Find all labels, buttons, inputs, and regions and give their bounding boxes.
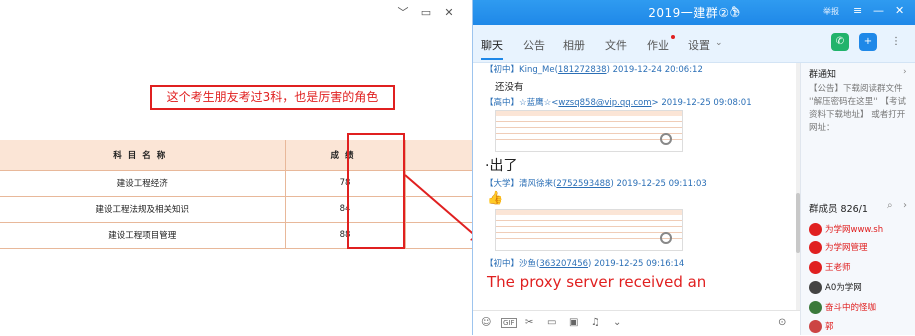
chevron-right-icon[interactable]: › xyxy=(903,200,907,211)
message-text: 还没有 xyxy=(495,82,524,93)
member-item[interactable]: 为学网管理 xyxy=(809,241,868,257)
tab-homework[interactable]: 作业 xyxy=(647,37,669,53)
zoom-icon[interactable] xyxy=(660,232,672,244)
message-text: ·出了 xyxy=(485,158,518,174)
chat-title: 2019一建群②① xyxy=(648,6,741,20)
scissors-icon[interactable]: ✂ xyxy=(525,317,533,328)
member-item[interactable]: 为学网www.sh xyxy=(809,223,883,239)
restore-icon[interactable]: ▭ xyxy=(418,5,434,21)
message-time: 2019-12-25 09:16:14 xyxy=(594,259,685,269)
column-header-empty xyxy=(404,140,472,171)
member-item[interactable]: A0为学网 xyxy=(809,281,862,297)
avatar xyxy=(809,261,822,274)
sender-id[interactable]: wzsq858@vip.qq.com xyxy=(558,98,651,108)
unread-dot xyxy=(671,35,675,39)
tab-album[interactable]: 相册 xyxy=(563,37,585,53)
message-header: 【初中】King_Me(181272838) 2019-12-24 20:06:… xyxy=(485,65,703,75)
member-name: 郭 xyxy=(825,322,834,332)
avatar xyxy=(809,281,822,294)
message-header: 【高中】☆蓝鹰☆<wzsq858@vip.qq.com> 2019-12-25 … xyxy=(485,98,752,108)
search-icon[interactable]: ⌕ xyxy=(887,200,893,211)
subject-cell: 建设工程经济 xyxy=(0,170,285,197)
member-item[interactable]: 王老师 xyxy=(809,261,851,277)
menu-icon[interactable]: ≡ xyxy=(853,4,862,17)
notice-text[interactable]: 【公告】下载阅读群文件 ''解压密码在这里'' 【考试资料下载地址】 或者打开网… xyxy=(809,83,909,135)
minimize-icon[interactable]: — xyxy=(873,4,884,17)
avatar xyxy=(809,241,822,254)
sender-id[interactable]: 2752593488 xyxy=(556,179,610,189)
chevron-down-icon[interactable]: ﹀ xyxy=(395,5,411,21)
notice-title: 群通知 xyxy=(809,70,837,80)
emoji-icon[interactable]: ☺ xyxy=(481,317,491,328)
edit-icon[interactable]: ✎ xyxy=(731,4,740,17)
avatar xyxy=(809,301,822,314)
sender-id[interactable]: 181272838 xyxy=(558,65,607,75)
folder-icon[interactable]: ▭ xyxy=(547,317,556,328)
avatar xyxy=(809,320,822,333)
sender-name[interactable]: ☆蓝鹰☆ xyxy=(519,98,551,108)
message-time: 2019-12-25 09:11:03 xyxy=(616,179,707,189)
report-link[interactable]: 举报 xyxy=(823,6,839,17)
score-highlight-box xyxy=(347,133,405,249)
more-icon[interactable]: ⋮ xyxy=(887,33,905,51)
member-name: 为学网www.sh xyxy=(825,225,884,235)
input-toolbar: ☺ GIF ✂ ▭ ▣ ♫ ⌄ ⊙ xyxy=(473,310,800,335)
group-side-panel: 群通知 › 【公告】下载阅读群文件 ''解压密码在这里'' 【考试资料下载地址】… xyxy=(800,63,915,335)
member-level-tag: 【初中】 xyxy=(485,259,520,269)
bell-icon[interactable]: ♫ xyxy=(591,317,600,328)
score-window-titlebar: ﹀ ▭ ✕ xyxy=(0,0,472,27)
avatar xyxy=(809,223,822,236)
member-name: 王老师 xyxy=(825,263,851,273)
message-header: 【大学】清风徐来(2752593488) 2019-12-25 09:11:03 xyxy=(485,179,707,189)
member-name: A0为学网 xyxy=(825,283,862,293)
member-level-tag: 【高中】 xyxy=(485,98,520,108)
gif-icon[interactable]: GIF xyxy=(501,318,517,328)
sender-name[interactable]: 清风徐来 xyxy=(519,179,553,189)
column-header-subject: 科目名称 xyxy=(0,140,285,171)
add-message-icon[interactable]: + xyxy=(859,33,877,51)
zoom-icon[interactable] xyxy=(660,133,672,145)
sender-name[interactable]: King_Me xyxy=(519,65,555,75)
member-item[interactable]: 奋斗中的怪咖 xyxy=(809,301,876,317)
tab-settings[interactable]: 设置 xyxy=(688,37,710,53)
thumbs-up-emoji: 👍 xyxy=(487,191,504,206)
member-item[interactable]: 郭 xyxy=(809,320,834,336)
chevron-down-icon[interactable]: ⌄ xyxy=(715,38,723,48)
subject-cell: 建设工程项目管理 xyxy=(0,222,285,249)
message-time: 2019-12-25 09:08:01 xyxy=(661,98,752,108)
close-icon[interactable]: ✕ xyxy=(895,4,904,17)
image-icon[interactable]: ▣ xyxy=(569,317,578,328)
image-thumbnail[interactable] xyxy=(495,110,683,152)
message-time: 2019-12-24 20:06:12 xyxy=(612,65,703,75)
sender-id[interactable]: 363207456 xyxy=(539,259,588,269)
annotation-note: 这个考生朋友考过3科，也是厉害的角色 xyxy=(150,85,395,110)
subject-cell: 建设工程法规及相关知识 xyxy=(0,196,285,223)
active-tab-indicator xyxy=(481,58,503,60)
message-header: 【初中】沙鱼(363207456) 2019-12-25 09:16:14 xyxy=(485,259,685,269)
arrow-icon xyxy=(404,174,472,241)
chat-tab-bar: 聊天 公告 相册 文件 作业 设置 ⌄ ✆ + ⋮ xyxy=(473,25,915,63)
chat-titlebar: 2019一建群②① ✎ 举报 ≡ — ✕ xyxy=(473,0,915,25)
chat-window: 2019一建群②① ✎ 举报 ≡ — ✕ 聊天 公告 相册 文件 作业 设置 ⌄… xyxy=(472,0,915,335)
sender-name[interactable]: 沙鱼 xyxy=(519,259,536,269)
image-thumbnail[interactable] xyxy=(495,209,683,251)
message-text: The proxy server received an xyxy=(487,273,707,291)
more-tools-icon[interactable]: ⌄ xyxy=(613,317,621,328)
message-area: 【初中】King_Me(181272838) 2019-12-24 20:06:… xyxy=(473,63,798,310)
tab-notice[interactable]: 公告 xyxy=(523,37,545,53)
chevron-right-icon[interactable]: › xyxy=(903,67,907,77)
tab-files[interactable]: 文件 xyxy=(605,37,627,53)
phone-icon[interactable]: ✆ xyxy=(831,33,849,51)
member-name: 奋斗中的怪咖 xyxy=(825,303,877,313)
score-window: ﹀ ▭ ✕ 这个考生朋友考过3科，也是厉害的角色 科目名称 成绩 建设工程经济 … xyxy=(0,0,472,335)
close-icon[interactable]: ✕ xyxy=(441,5,457,21)
member-level-tag: 【大学】 xyxy=(485,179,520,189)
member-level-tag: 【初中】 xyxy=(485,65,520,75)
tab-chat[interactable]: 聊天 xyxy=(481,37,503,53)
member-name: 为学网管理 xyxy=(825,243,868,253)
history-icon[interactable]: ⊙ xyxy=(778,317,786,328)
members-title: 群成员 826/1 xyxy=(809,204,868,215)
